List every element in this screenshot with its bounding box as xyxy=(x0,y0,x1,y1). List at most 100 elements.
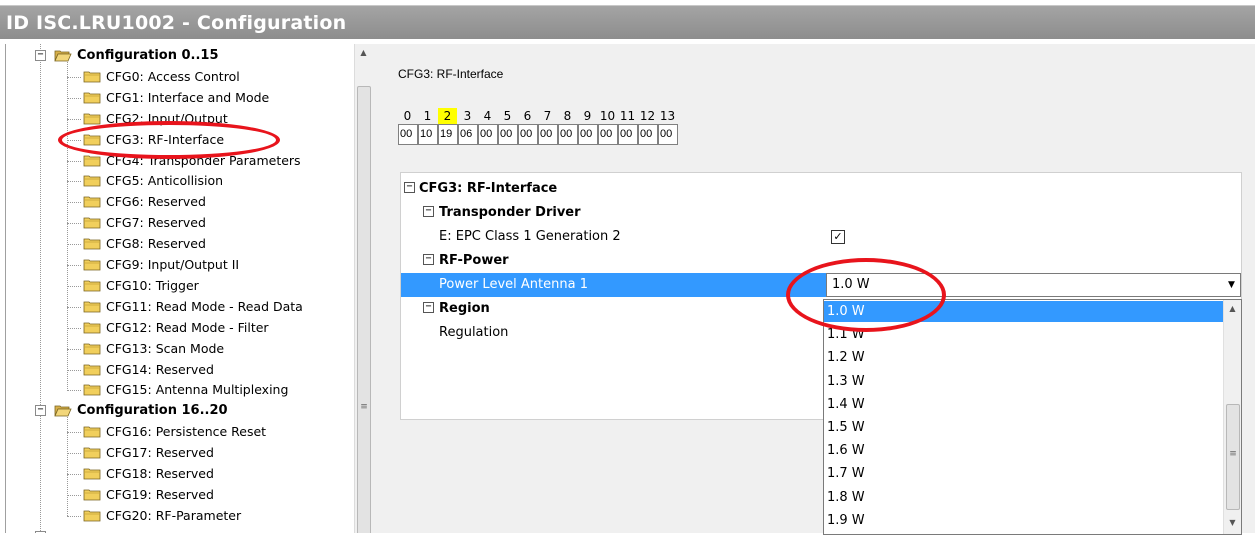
byte-column: 11 00 xyxy=(618,108,638,145)
byte-value[interactable]: 19 xyxy=(438,124,458,145)
byte-value[interactable]: 00 xyxy=(558,124,578,145)
power-level-dropdown-list[interactable]: 1.0 W 1.1 W 1.2 W 1.3 W 1.4 W 1.5 W 1.6 W 1.7 W… xyxy=(823,299,1242,535)
byte-value[interactable]: 10 xyxy=(418,124,438,145)
byte-index: 10 xyxy=(598,108,617,124)
tree-connector xyxy=(67,327,81,329)
tree-connector xyxy=(67,494,81,496)
byte-column: 13 00 xyxy=(658,108,678,145)
scroll-up-icon[interactable]: ▲ xyxy=(355,44,372,61)
tree-item-label: CFG13: Scan Mode xyxy=(106,340,225,356)
tree-connector xyxy=(67,62,68,391)
byte-value[interactable]: 00 xyxy=(538,124,558,145)
dropdown-scroll-thumb[interactable]: ≡ xyxy=(1226,404,1240,510)
collapse-icon[interactable]: − xyxy=(423,254,434,265)
byte-column: 2 19 xyxy=(438,108,458,145)
config-tree[interactable]: − Configuration 0..15 CFG0: Access Control… xyxy=(5,44,373,533)
folder-icon xyxy=(83,446,101,459)
property-label: Power Level Antenna 1 xyxy=(439,277,588,292)
dropdown-option[interactable]: 1.4 W xyxy=(824,394,1227,415)
byte-index: 0 xyxy=(398,108,417,124)
category-transponder-driver[interactable]: − Transponder Driver xyxy=(401,201,1241,225)
collapse-icon[interactable]: − xyxy=(35,50,46,61)
folder-icon xyxy=(83,112,101,125)
byte-column: 7 00 xyxy=(538,108,558,145)
dropdown-option[interactable]: 1.5 W xyxy=(824,417,1227,438)
folder-icon xyxy=(83,279,101,292)
tree-group-label: Configuration 0..15 xyxy=(77,48,219,63)
grid-root-label: CFG3: RF-Interface xyxy=(419,181,558,196)
byte-index: 4 xyxy=(478,108,497,124)
dropdown-option[interactable]: 1.8 W xyxy=(824,487,1227,508)
tree-item-label: CFG9: Input/Output II xyxy=(106,257,240,272)
tree-connector xyxy=(67,369,81,371)
byte-value[interactable]: 00 xyxy=(598,124,618,145)
byte-index: 2 xyxy=(438,108,457,124)
tree-item-label: CFG1: Interface and Mode xyxy=(106,89,270,105)
byte-value[interactable]: 06 xyxy=(458,124,478,145)
byte-index: 11 xyxy=(618,108,637,124)
byte-index: 1 xyxy=(418,108,437,124)
grip-icon: ≡ xyxy=(1229,449,1237,459)
collapse-icon[interactable]: − xyxy=(404,182,415,193)
tree-item-label: CFG5: Anticollision xyxy=(106,173,224,189)
byte-value[interactable]: 00 xyxy=(658,124,678,145)
byte-index: 5 xyxy=(498,108,517,124)
byte-value[interactable]: 00 xyxy=(618,124,638,145)
tree-item-label: CFG10: Trigger xyxy=(106,277,199,293)
folder-icon xyxy=(83,383,101,396)
dropdown-scrollbar[interactable]: ▲ ≡ ▼ xyxy=(1223,300,1241,534)
byte-column: 0 00 xyxy=(398,108,418,145)
tree-item-label: CFG20: RF-Parameter xyxy=(106,507,242,523)
tree-item-label: CFG7: Reserved xyxy=(106,215,206,231)
folder-icon xyxy=(83,467,101,480)
scroll-down-icon[interactable]: ▼ xyxy=(1224,514,1241,531)
dropdown-option[interactable]: 1.2 W xyxy=(824,347,1227,368)
byte-index: 6 xyxy=(518,108,537,124)
chevron-down-icon[interactable]: ▼ xyxy=(1223,274,1240,296)
folder-icon xyxy=(83,300,101,313)
panel-splitter[interactable] xyxy=(372,44,384,533)
dropdown-option[interactable]: 1.0 W xyxy=(824,301,1227,322)
collapse-icon[interactable]: − xyxy=(35,405,46,417)
tree-connector xyxy=(67,76,81,78)
tree-scrollbar[interactable]: ▲ ≡ xyxy=(354,44,372,533)
collapse-icon[interactable]: − xyxy=(423,302,434,313)
byte-value[interactable]: 00 xyxy=(518,124,538,145)
byte-column: 3 06 xyxy=(458,108,478,145)
folder-icon xyxy=(83,488,101,501)
grid-root-row[interactable]: − CFG3: RF-Interface xyxy=(401,177,1241,201)
tree-connector xyxy=(67,265,81,266)
folder-icon xyxy=(83,195,101,208)
scroll-up-icon[interactable]: ▲ xyxy=(1224,300,1241,317)
byte-index: 3 xyxy=(458,108,477,124)
byte-value[interactable]: 00 xyxy=(398,124,418,145)
dropdown-option[interactable]: 1.9 W xyxy=(824,510,1227,531)
tree-item-label: CFG15: Antenna Multiplexing xyxy=(106,382,289,398)
byte-value[interactable]: 00 xyxy=(578,124,598,145)
window-title: ID ISC.LRU1002 - Configuration xyxy=(6,12,347,34)
folder-icon xyxy=(83,363,101,376)
tree-connector xyxy=(67,202,81,204)
power-level-combobox[interactable]: 1.0 W ▼ xyxy=(826,273,1241,297)
folder-icon xyxy=(83,70,101,83)
folder-icon xyxy=(83,321,101,334)
property-row-power-level[interactable]: Power Level Antenna 1 1.0 W ▼ xyxy=(401,273,1241,297)
category-label: Region xyxy=(439,301,490,316)
tree-item-label: CFG14: Reserved xyxy=(106,361,214,377)
dropdown-option[interactable]: 1.1 W xyxy=(824,324,1227,345)
tree-item-label: CFG19: Reserved xyxy=(106,486,214,502)
byte-value[interactable]: 00 xyxy=(498,124,518,145)
category-rf-power[interactable]: − RF-Power xyxy=(401,249,1241,273)
byte-value[interactable]: 00 xyxy=(478,124,498,145)
byte-value[interactable]: 00 xyxy=(638,124,658,145)
collapse-icon[interactable]: − xyxy=(423,206,434,217)
dropdown-option[interactable]: 1.6 W xyxy=(824,440,1227,461)
category-label: Transponder Driver xyxy=(439,205,581,220)
property-row-epc[interactable]: E: EPC Class 1 Generation 2 ✓ xyxy=(401,225,1241,249)
tree-item-label: CFG0: Access Control xyxy=(106,68,240,84)
dropdown-option[interactable]: 1.3 W xyxy=(824,371,1227,392)
dropdown-option[interactable]: 1.7 W xyxy=(824,463,1227,484)
tree-scroll-thumb[interactable]: ≡ xyxy=(357,86,371,533)
epc-checkbox[interactable]: ✓ xyxy=(831,230,845,244)
tree-item-label: CFG11: Read Mode - Read Data xyxy=(106,298,303,314)
